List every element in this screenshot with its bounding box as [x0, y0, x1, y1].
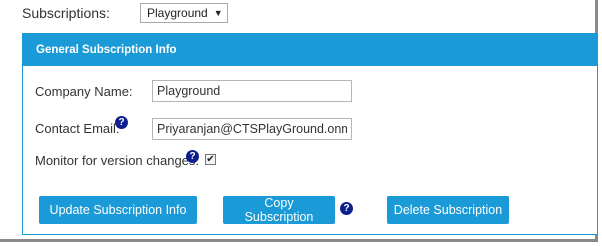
- monitor-version-label: Monitor for version changes:: [35, 153, 200, 168]
- panel-header: General Subscription Info: [23, 34, 597, 66]
- panel-title: General Subscription Info: [36, 44, 177, 56]
- question-circle-icon[interactable]: ?: [186, 150, 199, 163]
- question-circle-icon[interactable]: ?: [115, 116, 128, 129]
- checkmark-icon: ✔: [206, 153, 215, 165]
- caret-down-icon: ▼: [213, 8, 223, 18]
- update-subscription-button[interactable]: Update Subscription Info: [39, 196, 197, 224]
- company-name-label: Company Name:: [35, 84, 133, 99]
- subscriptions-label: Subscriptions:: [22, 5, 110, 21]
- general-subscription-panel: General Subscription Info Company Name: …: [22, 33, 598, 235]
- subscriptions-selected-value: Playground: [147, 6, 208, 20]
- monitor-version-checkbox[interactable]: ✔: [205, 154, 216, 165]
- contact-email-input[interactable]: [152, 118, 352, 140]
- copy-subscription-button[interactable]: Copy Subscription: [223, 196, 335, 224]
- company-name-input[interactable]: [152, 80, 352, 102]
- subscriptions-select[interactable]: Playground ▼: [140, 3, 228, 23]
- contact-email-label: Contact Email:: [35, 121, 120, 136]
- delete-subscription-button[interactable]: Delete Subscription: [387, 196, 509, 224]
- subscriptions-row: Subscriptions: Playground ▼: [22, 3, 228, 23]
- question-circle-icon[interactable]: ?: [340, 202, 353, 215]
